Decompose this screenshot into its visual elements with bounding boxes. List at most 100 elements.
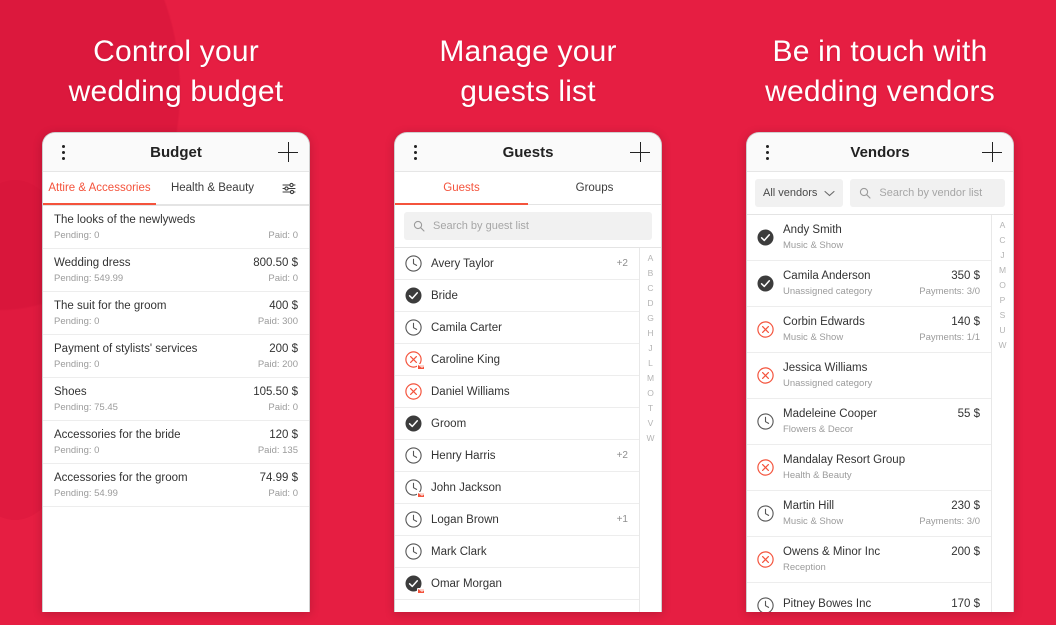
vendor-row[interactable]: Mandalay Resort Group Health & Beauty [747,445,991,492]
guest-row[interactable]: Omar Morgan [395,568,639,601]
search-input[interactable]: Search by vendor list [850,179,1005,208]
index-letter[interactable]: A [1000,219,1006,232]
budget-item-paid: Paid: 200 [257,359,298,371]
budget-item-paid: Paid: 0 [268,402,298,414]
budget-item-pending: Pending: 75.45 [54,402,118,414]
budget-list-area: The looks of the newlyweds Pending: 0 Paid… [43,205,309,613]
index-letter[interactable]: C [999,234,1005,247]
budget-row[interactable]: Shoes 105.50 $ Pending: 75.45 Paid: 0 [43,378,309,422]
tab-groups[interactable]: Groups [528,172,661,204]
vendor-payments: Payments: 3/0 [919,516,980,528]
vendor-row[interactable]: Andy Smith Music & Show [747,215,991,262]
status-pending-clock-icon [757,505,774,522]
vendor-row[interactable]: Pitney Bowes Inc 170 $ [747,583,991,613]
vendor-name: Mandalay Resort Group [783,454,906,467]
guest-name: Caroline King [431,353,501,366]
search-placeholder: Search by guest list [433,220,529,233]
vendor-amount: 230 $ [951,500,980,513]
index-letter[interactable]: J [648,342,652,355]
index-letter[interactable]: U [999,324,1005,337]
index-letter[interactable]: P [1000,294,1006,307]
index-letter[interactable]: A [648,252,654,265]
guest-row[interactable]: Logan Brown +1 [395,504,639,537]
guest-row[interactable]: John Jackson [395,472,639,505]
vendor-row-main: Owens & Minor Inc 200 $ [783,546,980,558]
search-input[interactable]: Search by guest list [404,212,652,241]
budget-row[interactable]: Payment of stylists' services 200 $ Pendin… [43,335,309,379]
index-letter[interactable]: V [648,417,654,430]
status-pending-clock-icon [405,479,426,499]
vendor-row[interactable]: Owens & Minor Inc 200 $ Reception [747,537,991,584]
guest-name: Avery Taylor [431,257,494,270]
index-letter[interactable]: G [647,312,654,325]
invitation-sent-badge-icon [417,364,426,371]
kebab-menu-icon[interactable] [406,142,424,162]
guest-row[interactable]: Camila Carter [395,312,639,345]
guest-row[interactable]: Caroline King [395,344,639,377]
budget-row-sub: Pending: 0 Paid: 300 [54,312,298,327]
index-letter[interactable]: S [1000,309,1006,322]
index-letter[interactable]: B [648,267,654,280]
vendor-row[interactable]: Madeleine Cooper 55 $ Flowers & Decor [747,399,991,446]
budget-row[interactable]: The looks of the newlyweds Pending: 0 Paid… [43,206,309,250]
status-declined-icon [405,351,426,371]
vendor-row-sub [783,610,980,613]
tab-guests[interactable]: Guests [395,172,528,206]
guest-row[interactable]: Henry Harris +2 [395,440,639,473]
budget-item-paid: Paid: 0 [268,230,298,242]
index-letter[interactable]: W [646,432,654,445]
index-letter[interactable]: W [998,339,1006,352]
budget-row[interactable]: Wedding dress 800.50 $ Pending: 549.99 Paid… [43,249,309,293]
search-placeholder: Search by vendor list [879,187,983,200]
budget-row-main: The suit for the groom 400 $ [54,300,298,312]
guest-row[interactable]: Mark Clark [395,536,639,569]
budget-item-title: Accessories for the bride [54,429,181,442]
guest-row[interactable]: Avery Taylor +2 [395,248,639,281]
budget-item-title: The looks of the newlyweds [54,214,196,227]
phone-frame-budget: Budget Attire & Accessories Health & Bea… [42,132,310,613]
budget-item-pending: Pending: 0 [54,445,100,457]
alphabet-index-guests[interactable]: ABCDGHJLMOTVW [639,248,661,613]
budget-row[interactable]: Accessories for the groom 74.99 $ Pending:… [43,464,309,508]
guest-row[interactable]: Bride [395,280,639,313]
vendor-row[interactable]: Jessica Williams Unassigned category [747,353,991,400]
index-letter[interactable]: H [647,327,653,340]
index-letter[interactable]: O [999,279,1006,292]
index-letter[interactable]: O [647,387,654,400]
index-letter[interactable]: T [648,402,653,415]
vendor-list[interactable]: Andy Smith Music & Show Camila Anderson 350… [747,215,991,613]
budget-row[interactable]: Accessories for the bride 120 $ Pending: 0… [43,421,309,465]
index-letter[interactable]: M [999,264,1006,277]
guest-row[interactable]: Groom [395,408,639,441]
guest-list[interactable]: Avery Taylor +2 Bride Camila Carter Caroline… [395,248,639,612]
plus-icon[interactable] [278,142,298,163]
index-letter[interactable]: D [647,297,653,310]
index-letter[interactable]: C [647,282,653,295]
vendor-row-body: Madeleine Cooper 55 $ Flowers & Decor [783,408,980,435]
index-letter[interactable]: M [647,372,654,385]
vendor-row[interactable]: Corbin Edwards 140 $ Music & Show Payments:… [747,307,991,354]
status-declined-icon [757,321,774,338]
tab-attire-accessories[interactable]: Attire & Accessories [43,172,156,206]
vendor-row[interactable]: Camila Anderson 350 $ Unassigned category P… [747,261,991,308]
budget-list[interactable]: The looks of the newlyweds Pending: 0 Paid… [43,206,309,612]
budget-row-main: The looks of the newlyweds [54,214,298,226]
guest-row[interactable]: Daniel Williams [395,376,639,409]
vendor-filter-dropdown[interactable]: All vendors [755,179,844,208]
index-letter[interactable]: J [1000,249,1004,262]
plus-icon[interactable] [982,142,1002,163]
alphabet-index-vendors[interactable]: ACJMOPSUW [991,215,1013,613]
kebab-menu-icon[interactable] [758,142,776,162]
index-letter[interactable]: L [648,357,653,370]
budget-row[interactable]: The suit for the groom 400 $ Pending: 0 Pai… [43,292,309,336]
plus-icon[interactable] [630,142,650,163]
kebab-menu-icon[interactable] [54,142,72,162]
panel-vendors: Be in touch with wedding vendors Vendors… [704,0,1056,625]
vendor-row[interactable]: Martin Hill 230 $ Music & Show Payments: 3/… [747,491,991,538]
status-declined-icon [757,459,774,476]
vendor-row-sub: Flowers & Decor [783,420,980,435]
tab-health-beauty[interactable]: Health & Beauty [156,172,269,204]
tune-filter-icon[interactable] [269,172,309,204]
guest-name: Mark Clark [431,545,487,558]
budget-item-amount: 120 $ [269,429,298,442]
